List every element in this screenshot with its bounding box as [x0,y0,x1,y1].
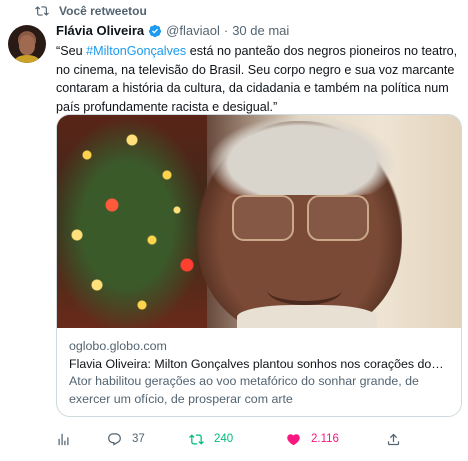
tweet-date[interactable]: 30 de mai [232,23,289,38]
like-button[interactable]: 2.116 [286,428,339,450]
card-domain: oglobo.globo.com [69,339,167,353]
hashtag-link[interactable]: #MiltonGonçalves [86,44,186,58]
retweet-header: Você retweetou [35,4,147,18]
share-button[interactable] [386,428,401,450]
card-title: Flavia Oliveira: Milton Gonçalves planto… [69,356,449,371]
card-body: oglobo.globo.com Flavia Oliveira: Milton… [57,328,461,408]
card-description: Ator habilitou gerações ao voo metafóric… [69,374,419,406]
tweet-text: “Seu #MiltonGonçalves está no panteão do… [56,42,458,116]
portrait-smile [267,275,342,305]
verified-badge-icon [149,24,162,37]
separator-dot: · [223,23,229,38]
tweet-text-before: “Seu [56,44,87,58]
reply-button[interactable]: 37 [107,428,145,450]
retweet-icon [35,6,49,16]
reply-count: 37 [132,433,145,445]
reply-icon [108,432,121,446]
avatar[interactable] [8,25,46,63]
retweet-icon [189,433,204,445]
author-row: Flávia Oliveira @flaviaol · 30 de mai [56,23,289,38]
heart-icon [287,433,300,445]
portrait-hair [207,115,397,195]
like-count: 2.116 [311,433,339,445]
portrait-shirt [237,305,377,328]
views-button[interactable] [56,428,71,450]
glasses-right [307,195,369,241]
author-handle[interactable]: @flaviaol [166,23,220,38]
glasses-left [232,195,294,241]
retweet-count: 240 [214,433,234,445]
link-card[interactable]: oglobo.globo.com Flavia Oliveira: Milton… [56,114,462,417]
author-name[interactable]: Flávia Oliveira [56,23,144,38]
retweet-button[interactable]: 240 [189,428,233,450]
retweet-header-label[interactable]: Você retweetou [59,4,147,18]
tweet[interactable]: Você retweetou Flávia Oliveira @flaviaol… [0,0,468,461]
action-bar: 37 240 2.116 [56,428,462,450]
analytics-icon [58,433,69,445]
card-image[interactable] [57,115,461,328]
christmas-tree-lights [57,115,207,328]
share-icon [387,433,400,445]
